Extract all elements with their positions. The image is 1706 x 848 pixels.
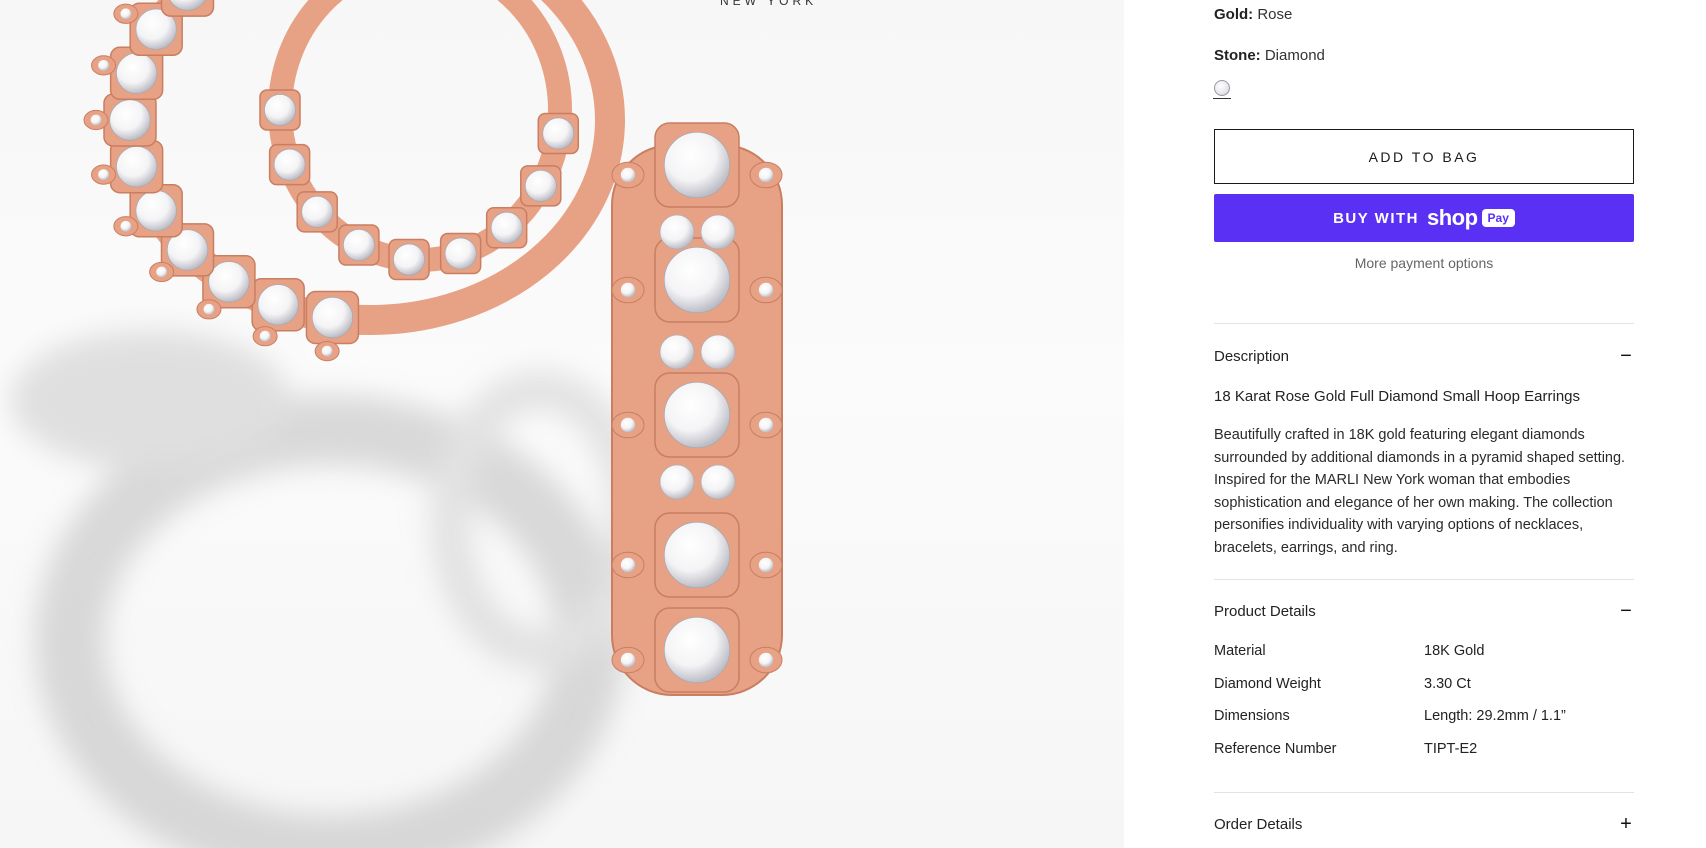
stone-option: Stone: Diamond [1214, 47, 1325, 64]
detail-label: Diamond Weight [1214, 675, 1321, 692]
diamond-swatch-icon[interactable] [1213, 80, 1231, 99]
description-text: Beautifully crafted in 18K gold featurin… [1214, 427, 1626, 556]
description-heading: Description [1214, 347, 1290, 365]
detail-row-reference-number: Reference Number TIPT-E2 [1214, 741, 1634, 774]
stone-option-value: Diamond [1264, 47, 1325, 64]
earrings-photo [10, 0, 783, 848]
detail-label: Material [1214, 643, 1266, 659]
detail-value: 18K Gold [1424, 643, 1485, 659]
add-to-bag-button[interactable]: ADD TO BAG [1214, 129, 1634, 184]
more-payment-options-link[interactable]: More payment options [1214, 255, 1634, 271]
divider [1214, 579, 1634, 580]
shop-pay-button[interactable]: BUY WITH shop Pay [1214, 194, 1634, 242]
description-accordion-header[interactable]: Description − [1214, 345, 1634, 367]
divider [1214, 323, 1634, 324]
detail-value: Length: 29.2mm / 1.1” [1424, 708, 1566, 725]
stone-option-label: Stone: [1214, 47, 1261, 64]
detail-label: Dimensions [1214, 708, 1290, 725]
detail-row-dimensions: Dimensions Length: 29.2mm / 1.1” [1214, 708, 1634, 741]
detail-value: 3.30 Ct [1424, 675, 1471, 692]
order-details-accordion-header[interactable]: Order Details + [1214, 813, 1634, 835]
gold-option-label: Gold: [1214, 6, 1254, 23]
product-details-heading: Product Details [1214, 602, 1316, 620]
detail-value: TIPT-E2 [1424, 741, 1478, 758]
divider [1214, 792, 1634, 793]
shop-pay-buy-with: BUY WITH [1333, 209, 1419, 227]
product-page: NEW YORK Gold: Rose Stone: Diamond ADD T… [0, 0, 1706, 848]
product-details-accordion-header[interactable]: Product Details − [1214, 600, 1634, 622]
detail-row-material: Material 18K Gold [1214, 643, 1634, 676]
expand-icon[interactable]: + [1618, 814, 1634, 834]
collapse-icon[interactable]: − [1618, 346, 1634, 366]
order-details-heading: Order Details [1214, 815, 1303, 833]
detail-label: Reference Number [1214, 741, 1337, 758]
gold-option: Gold: Rose [1214, 6, 1292, 23]
shop-pay-logo: shop [1426, 205, 1478, 230]
detail-row-diamond-weight: Diamond Weight 3.30 Ct [1214, 676, 1634, 709]
product-details-table: Material 18K Gold Diamond Weight 3.30 Ct… [1214, 643, 1634, 774]
collapse-icon[interactable]: − [1618, 601, 1634, 621]
shop-pay-badge: Pay [1481, 209, 1515, 227]
brand-watermark: NEW YORK [720, 0, 818, 8]
gold-option-value: Rose [1257, 6, 1293, 23]
product-image[interactable]: NEW YORK [0, 0, 1124, 848]
description-product-title: 18 Karat Rose Gold Full Diamond Small Ho… [1214, 388, 1580, 405]
